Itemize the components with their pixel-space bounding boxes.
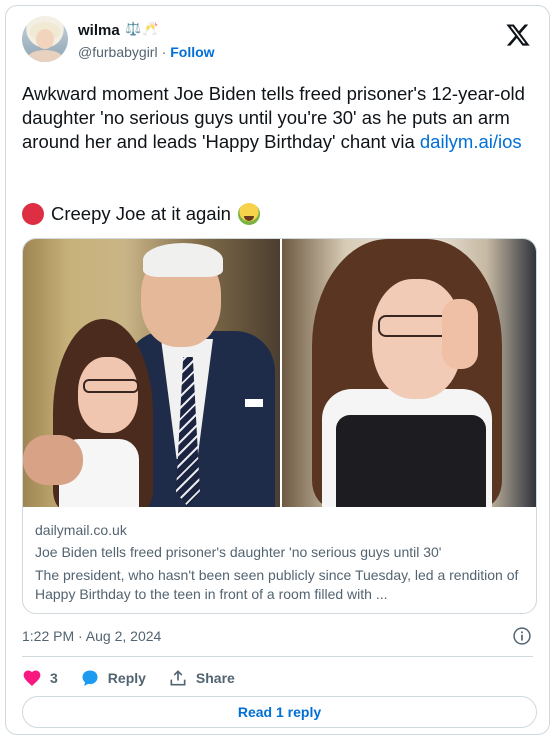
avatar-face	[36, 29, 54, 49]
like-button[interactable]: 3	[22, 668, 58, 688]
x-logo-icon[interactable]	[505, 22, 531, 48]
link-title: Joe Biden tells freed prisoner's daughte…	[35, 544, 442, 560]
nauseated-face-icon	[237, 203, 260, 225]
separator-dot: ·	[161, 44, 167, 60]
like-count: 3	[50, 670, 58, 686]
tweet-timestamp[interactable]: 1:22 PM · Aug 2, 2024	[22, 628, 161, 644]
red-circle-icon	[22, 203, 44, 225]
name-emojis: ⚖️🥂	[125, 21, 160, 36]
follow-link[interactable]: Follow	[170, 44, 214, 60]
link-description: The president, who hasn't been seen publ…	[35, 567, 519, 602]
handle-row: @furbabygirl · Follow	[78, 44, 215, 60]
hand-shape	[442, 299, 478, 369]
link-domain: dailymail.co.uk	[35, 522, 127, 538]
preview-image-left	[23, 239, 280, 507]
tweet-header: wilma ⚖️🥂 @furbabygirl · Follow	[22, 16, 533, 68]
share-button[interactable]: Share	[168, 668, 235, 688]
tweet-link[interactable]: dailym.ai/ios	[420, 131, 522, 152]
pocket-square-shape	[245, 399, 263, 407]
reply-label: Reply	[107, 670, 146, 686]
link-meta: dailymail.co.uk Joe Biden tells freed pr…	[35, 522, 524, 604]
reply-bubble-icon	[82, 670, 98, 686]
link-preview-card[interactable]: dailymail.co.uk Joe Biden tells freed pr…	[22, 238, 537, 614]
tweet-card: wilma ⚖️🥂 @furbabygirl · Follow Awkward mo…	[5, 5, 550, 735]
tweet-second-line: Creepy Joe at it again	[22, 202, 260, 226]
girl-face-shape	[78, 357, 138, 433]
preview-images	[23, 239, 536, 507]
share-label: Share	[195, 670, 235, 686]
girl-dress-shape	[336, 415, 486, 507]
glasses-shape	[83, 379, 139, 393]
action-bar: 3 Reply Share	[22, 666, 257, 690]
avatar[interactable]	[22, 16, 68, 62]
tweet-second-text: Creepy Joe at it again	[51, 203, 231, 224]
info-icon[interactable]	[512, 626, 532, 646]
read-replies-button[interactable]: Read 1 reply	[22, 696, 537, 728]
heart-icon	[23, 670, 41, 686]
share-upload-icon	[170, 670, 186, 686]
divider	[22, 656, 533, 657]
arm-shape	[23, 435, 83, 485]
user-handle[interactable]: @furbabygirl	[78, 44, 158, 60]
man-hair-shape	[143, 243, 223, 277]
avatar-shoulder	[26, 50, 64, 62]
preview-image-right	[282, 239, 536, 507]
reply-button[interactable]: Reply	[80, 668, 146, 688]
tweet-text: Awkward moment Joe Biden tells freed pri…	[22, 82, 537, 154]
display-name[interactable]: wilma	[78, 22, 120, 39]
